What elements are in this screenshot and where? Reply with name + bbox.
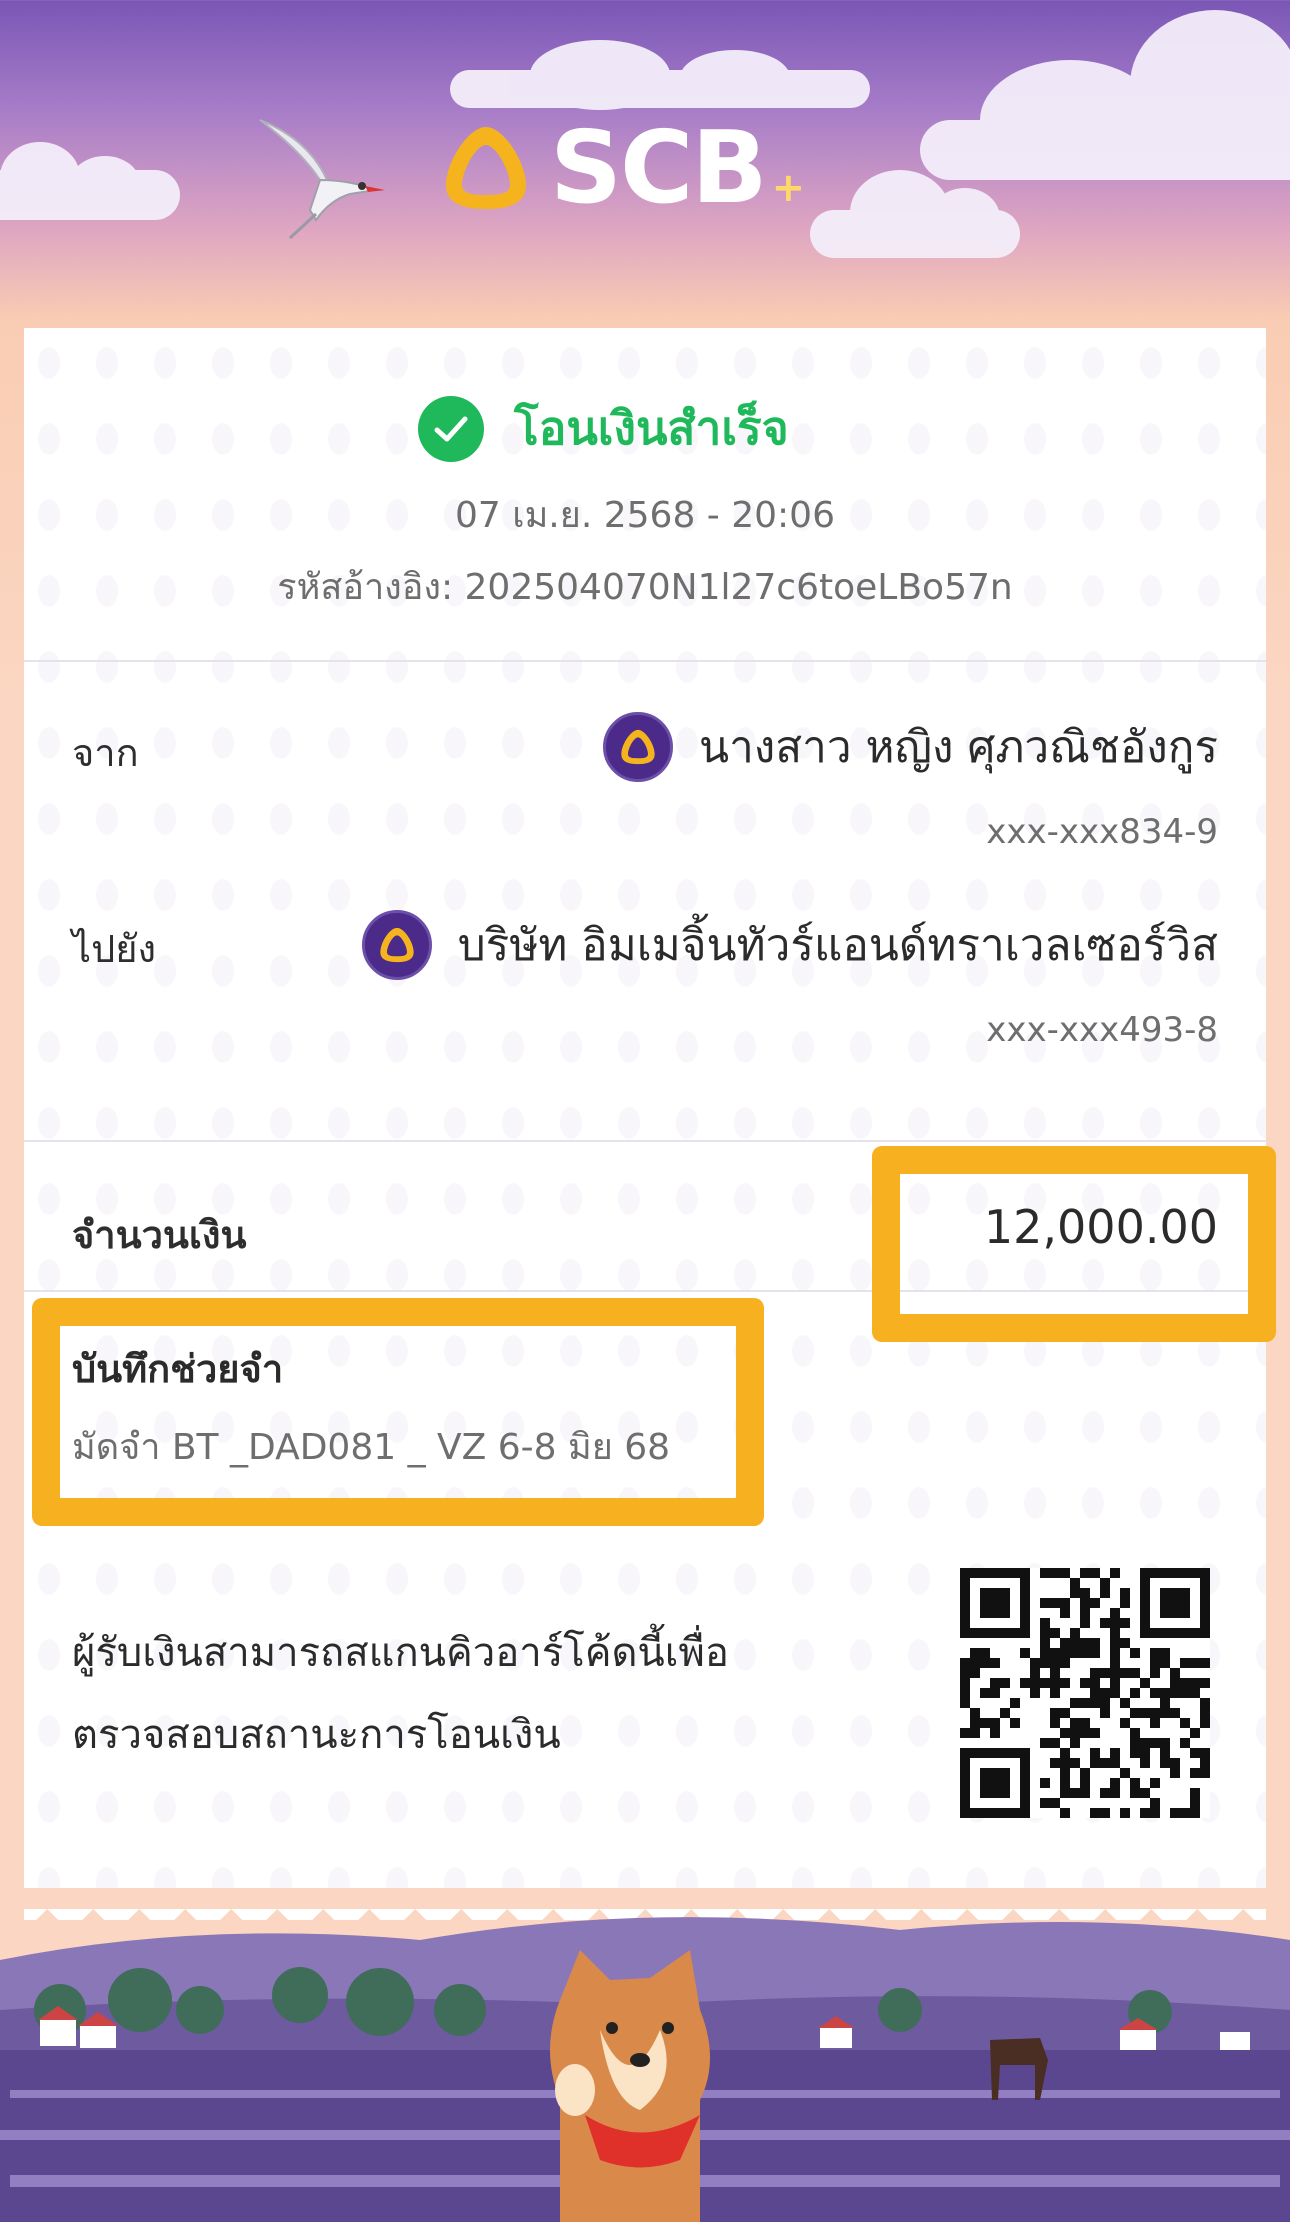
- qr-caption-line1: ผู้รับเงินสามารถสแกนคิวอาร์โค้ดนี้เพื่อ: [72, 1630, 729, 1676]
- divider: [24, 1140, 1266, 1142]
- success-title: โอนเงินสำเร็จ: [514, 401, 789, 455]
- amount-label: จำนวนเงิน: [72, 1213, 247, 1257]
- to-label: ไปยัง: [72, 927, 157, 971]
- qr-caption-line2: ตรวจสอบสถานะการโอนเงิน: [72, 1712, 561, 1758]
- divider: [24, 660, 1266, 662]
- from-party: นางสาว หญิง ศุภวณิชอังกูร: [603, 712, 1218, 782]
- scb-logo: SCB +: [438, 118, 805, 218]
- cloud-decoration: [920, 10, 1290, 180]
- scb-logo-icon: [446, 127, 526, 209]
- cloud-decoration: [450, 40, 870, 110]
- brand-name: SCB: [550, 109, 768, 226]
- bank-logo-icon: [603, 712, 673, 782]
- success-header: โอนเงินสำเร็จ: [418, 392, 789, 465]
- qr-code[interactable]: [960, 1568, 1210, 1818]
- shiba-dog-illustration: [550, 1950, 710, 2222]
- amount-highlight-box: [872, 1146, 1276, 1342]
- cloud-decoration: [810, 170, 1020, 258]
- bird-illustration: [259, 119, 385, 240]
- transfer-datetime: 07 เม.ย. 2568 - 20:06: [455, 495, 835, 536]
- check-circle-icon: [418, 395, 484, 462]
- from-name: นางสาว หญิง ศุภวณิชอังกูร: [699, 722, 1218, 773]
- to-party: บริษัท อิมเมจิ้นทัวร์แอนด์ทราเวลเซอร์วิส: [361, 910, 1218, 980]
- brand-plus: +: [771, 165, 806, 211]
- bank-logo-icon: [361, 910, 432, 980]
- memo-highlight-box: [32, 1298, 764, 1526]
- lavender-field-illustration: [0, 1917, 1290, 2222]
- to-name: บริษัท อิมเมจิ้นทัวร์แอนด์ทราเวลเซอร์วิส: [457, 920, 1218, 971]
- from-label: จาก: [72, 731, 139, 775]
- reference-number: รหัสอ้างอิง: 202504070N1l27c6toeLBo57n: [277, 567, 1013, 608]
- from-account: xxx-xxx834-9: [986, 812, 1218, 852]
- cloud-decoration: [0, 142, 180, 220]
- to-account: xxx-xxx493-8: [986, 1010, 1218, 1050]
